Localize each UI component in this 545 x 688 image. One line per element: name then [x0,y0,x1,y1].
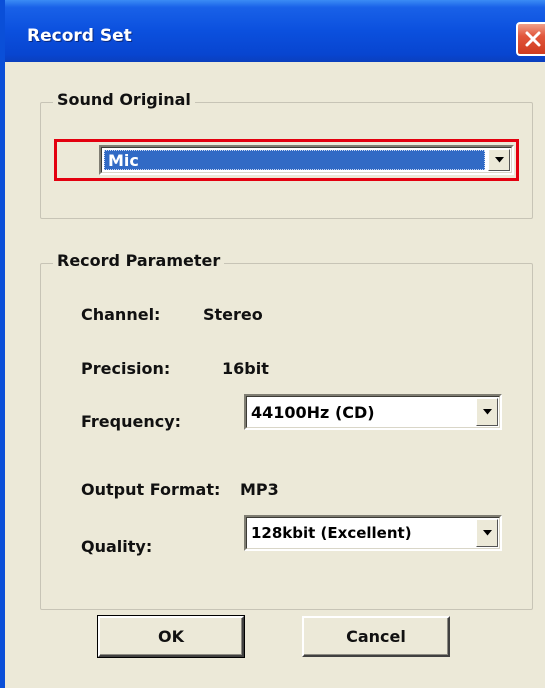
record-parameter-legend: Record Parameter [53,251,225,270]
ok-button[interactable]: OK [97,615,245,658]
chevron-down-icon [483,530,492,536]
chevron-down-icon [483,409,492,415]
quality-label: Quality: [81,537,153,556]
window-title: Record Set [27,26,132,46]
quality-dropdown-button[interactable] [476,519,498,547]
record-set-dialog: Record Set Sound Original Mic Record Par… [0,0,545,688]
sound-original-legend: Sound Original [53,90,195,109]
output-format-label: Output Format: [81,480,221,499]
sound-source-value: Mic [108,151,139,170]
title-bar[interactable]: Record Set [5,0,545,62]
frequency-value: 44100Hz (CD) [251,403,375,422]
sound-source-dropdown[interactable]: Mic [99,145,514,175]
channel-value: Stereo [203,305,263,324]
frequency-dropdown-button[interactable] [476,398,498,426]
chevron-down-icon [495,157,504,163]
channel-label: Channel: [81,305,161,324]
quality-value: 128kbit (Excellent) [251,524,412,542]
precision-label: Precision: [81,359,171,378]
close-button[interactable] [516,22,545,56]
quality-dropdown[interactable]: 128kbit (Excellent) [244,515,502,551]
precision-value: 16bit [222,359,269,378]
sound-source-selection [104,150,485,170]
frequency-dropdown[interactable]: 44100Hz (CD) [244,394,502,430]
record-parameter-group: Record Parameter Channel: Stereo Precisi… [40,251,533,610]
sound-original-group: Sound Original Mic [40,90,533,219]
close-x-icon [525,31,541,47]
cancel-button[interactable]: Cancel [302,616,450,657]
sound-source-dropdown-button[interactable] [488,149,510,171]
frequency-label: Frequency: [81,412,182,431]
output-format-value: MP3 [240,480,279,499]
